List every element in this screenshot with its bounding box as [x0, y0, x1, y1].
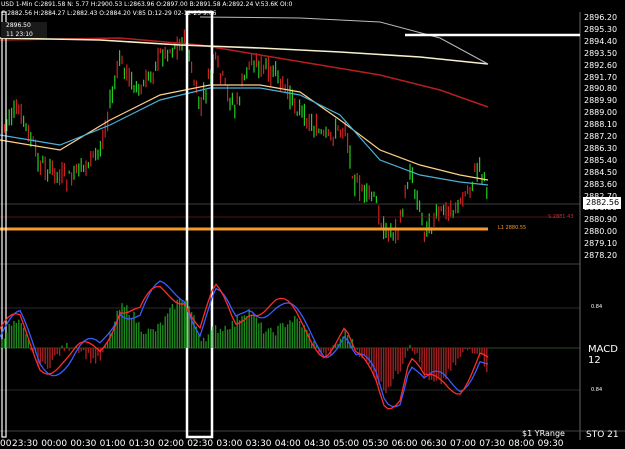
price-tick: 2896.20	[584, 13, 618, 22]
last-price-marker: 2882.56	[583, 197, 621, 209]
time-tick: 07:30	[479, 439, 506, 449]
ma-extra-line	[199, 16, 489, 65]
price-tick: 2879.10	[584, 239, 618, 249]
bar-info-line: C:2882.56 H:2884.27 L:2882.43 O:2884.20 …	[1, 10, 217, 17]
range-label: $1 YRange	[522, 429, 565, 438]
time-tick: 04:00	[274, 439, 301, 449]
price-tick: 2889.00	[584, 108, 618, 118]
time-tick: 03:30	[245, 439, 272, 449]
time-tick: 04:30	[304, 439, 330, 449]
price-tick: 2880.90	[584, 215, 618, 225]
time-tick: 02:00	[158, 439, 184, 449]
left-edge-marker	[1, 11, 7, 438]
price-chart[interactable]	[0, 0, 625, 449]
price-tick: 2885.40	[584, 155, 618, 165]
macd-lower-level: 0.84	[591, 387, 603, 393]
macd-upper-level: 0.84	[591, 304, 603, 310]
price-tick: 2888.10	[584, 120, 618, 130]
time-tick: 07:00	[450, 439, 476, 449]
time-tick: 00:00	[41, 439, 68, 449]
time-tick: 00	[0, 439, 12, 449]
chart-window[interactable]: USD 1-Min C:2891.58 N: 5.77 H:2900.53 L:…	[0, 0, 625, 449]
time-tick: 01:00	[99, 439, 126, 449]
time-tick: 05:30	[362, 439, 389, 449]
price-tick: 2891.70	[584, 72, 618, 82]
level-label: L1 2880.55	[498, 225, 527, 231]
price-tick: 2893.50	[584, 48, 618, 58]
macd-label: MACD 12	[588, 344, 618, 366]
time-tick: 08:00	[508, 439, 535, 449]
ma-long-line	[0, 37, 489, 65]
symbol-quote-line: USD 1-Min C:2891.58 N: 5.77 H:2900.53 L:…	[1, 1, 293, 8]
time-tick: 01:30	[128, 439, 155, 449]
time-tick: 03:00	[216, 439, 243, 449]
ma-fast-line	[0, 84, 489, 181]
stochastic-label: STO 21	[586, 430, 619, 440]
price-tick: 2894.40	[584, 36, 618, 46]
price-tick: 2892.60	[584, 60, 618, 70]
price-tick: 2887.20	[584, 132, 618, 141]
time-tick: 06:00	[391, 439, 418, 449]
time-tick: 00:30	[70, 439, 97, 449]
cursor-price: 2896.50	[6, 22, 31, 29]
price-tick: 2890.80	[584, 84, 618, 94]
time-tick: 09:30	[537, 439, 564, 449]
time-tick: 05:00	[333, 439, 360, 449]
price-tick: 2883.60	[584, 179, 618, 189]
price-tick: 2884.50	[584, 167, 618, 177]
time-tick: 23:30	[12, 439, 38, 449]
time-tick: 02:30	[187, 439, 214, 449]
cursor-time: 11 23:10	[6, 31, 33, 38]
price-tick: 2880.00	[584, 227, 618, 237]
ma-mid-line	[0, 87, 489, 186]
price-tick: 2889.90	[584, 96, 618, 106]
small-level-label: S 2881.43	[548, 214, 574, 220]
price-tick: 2895.30	[584, 24, 618, 34]
price-tick: 2886.30	[584, 143, 618, 153]
time-tick: 06:30	[420, 439, 447, 449]
price-tick: 2878.20	[584, 251, 618, 260]
ma-slow-line	[0, 37, 489, 108]
